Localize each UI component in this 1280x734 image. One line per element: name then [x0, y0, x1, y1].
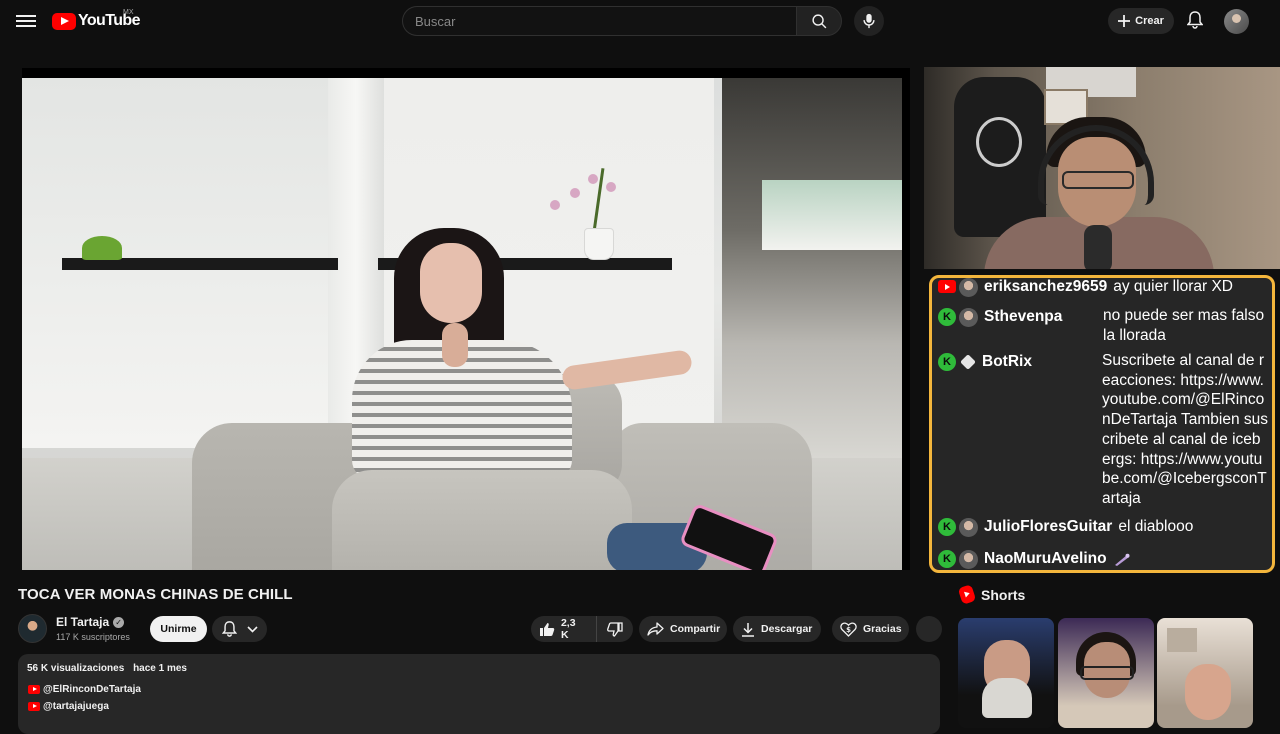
search-input[interactable] [402, 6, 796, 36]
chat-text: Suscribete al canal de reacciones: https… [1102, 352, 1268, 507]
like-dislike-group: 2,3 K [531, 616, 633, 642]
chat-text: ay quier llorar XD [1113, 278, 1233, 295]
plus-icon [1118, 15, 1131, 27]
search-bar [402, 6, 842, 36]
chat-username: eriksanchez9659 [984, 278, 1108, 295]
svg-text:$: $ [846, 626, 851, 634]
youtube-icon [938, 280, 956, 293]
chevron-down-icon [246, 625, 258, 633]
country-code: MX [123, 9, 134, 16]
search-button[interactable] [796, 6, 842, 36]
view-count: 56 K visualizaciones [27, 663, 125, 674]
bell-icon [1187, 11, 1203, 29]
chat-username: Sthevenpa [984, 308, 1063, 325]
chat-username: NaoMuruAvelino [984, 550, 1107, 567]
channel-name-link[interactable]: El Tartaja ✓ [56, 615, 125, 629]
share-button[interactable]: Compartir [639, 616, 727, 642]
chat-text: no puede ser mas falso la llorada [1103, 307, 1265, 344]
link-text: @ElRinconDeTartaja [43, 684, 141, 695]
account-avatar[interactable] [1224, 9, 1249, 34]
link-text: @tartajajuega [43, 701, 109, 712]
join-button[interactable]: Unirme [150, 616, 207, 642]
avatar [959, 550, 978, 569]
heart-dollar-icon: $ [840, 622, 857, 637]
emote-icon [1114, 553, 1130, 566]
video-stats: 56 K visualizaciones hace 1 mes [27, 663, 193, 674]
like-count: 2,3 K [560, 617, 576, 641]
subscription-notifications-button[interactable] [212, 616, 267, 642]
avatar [959, 518, 978, 537]
notifications-button[interactable] [1184, 9, 1206, 31]
thumbs-down-icon [607, 621, 623, 637]
search-icon [811, 13, 826, 28]
chat-message: K Sthevenpa no puede ser mas falso la ll… [938, 307, 1268, 346]
stream-chat-overlay: eriksanchez9659 ay quier llorar XD K Sth… [929, 275, 1275, 573]
subscriber-count: 117 K suscriptores [56, 632, 130, 642]
shorts-icon [957, 584, 977, 605]
chat-message: eriksanchez9659 ay quier llorar XD [938, 278, 1268, 297]
download-icon [742, 622, 754, 637]
kick-icon: K [938, 308, 956, 326]
youtube-play-icon [52, 12, 76, 30]
dislike-button[interactable] [597, 616, 633, 642]
chat-message: K NaoMuruAvelino [938, 550, 1268, 569]
youtube-icon [28, 685, 40, 694]
bot-icon [960, 354, 976, 370]
more-actions-button[interactable] [916, 616, 942, 642]
chat-text: el diablooo [1118, 518, 1194, 535]
voice-search-button[interactable] [854, 6, 884, 36]
bell-icon [221, 621, 237, 637]
avatar [959, 308, 978, 327]
download-label: Descargar [761, 623, 813, 635]
chat-message: K JulioFloresGuitar el diablooo [938, 518, 1268, 537]
video-player[interactable] [22, 68, 910, 570]
thanks-label: Gracias [863, 623, 902, 635]
create-label: Crear [1135, 15, 1164, 27]
chat-username: JulioFloresGuitar [984, 518, 1113, 535]
create-button[interactable]: Crear [1108, 8, 1174, 34]
menu-icon[interactable] [16, 12, 36, 30]
channel-name: El Tartaja [56, 615, 110, 629]
description-box[interactable]: 56 K visualizaciones hace 1 mes @ElRinco… [18, 654, 940, 734]
kick-icon: K [938, 353, 956, 371]
like-button[interactable]: 2,3 K [531, 616, 597, 642]
microphone-icon [863, 13, 875, 29]
channel-avatar[interactable] [18, 614, 47, 643]
upload-date: hace 1 mes [133, 663, 187, 674]
shorts-heading: Shorts [957, 584, 1026, 605]
video-frame [22, 78, 902, 570]
avatar [959, 278, 978, 297]
download-button[interactable]: Descargar [733, 616, 821, 642]
thumbs-up-icon [539, 622, 555, 636]
share-icon [647, 622, 664, 636]
thanks-button[interactable]: $ Gracias [832, 616, 909, 642]
chat-message: K BotRix Suscribete al canal de reaccion… [938, 352, 1268, 509]
verified-icon: ✓ [113, 616, 125, 628]
kick-icon: K [938, 518, 956, 536]
youtube-icon [28, 702, 40, 711]
top-bar: YouTube MX Crear [0, 0, 1280, 42]
short-thumbnail[interactable] [1058, 618, 1154, 728]
short-thumbnail[interactable] [958, 618, 1054, 728]
shorts-label: Shorts [981, 586, 1026, 603]
video-title: TOCA VER MONAS CHINAS DE CHILL [18, 586, 293, 603]
chat-username: BotRix [982, 353, 1032, 370]
short-thumbnail[interactable] [1157, 618, 1253, 728]
youtube-logo[interactable]: YouTube MX [52, 9, 140, 32]
streamer-webcam [924, 67, 1280, 269]
share-label: Compartir [670, 623, 721, 635]
description-link[interactable]: @ElRinconDeTartaja [28, 684, 141, 695]
kick-icon: K [938, 550, 956, 568]
description-link[interactable]: @tartajajuega [28, 701, 109, 712]
